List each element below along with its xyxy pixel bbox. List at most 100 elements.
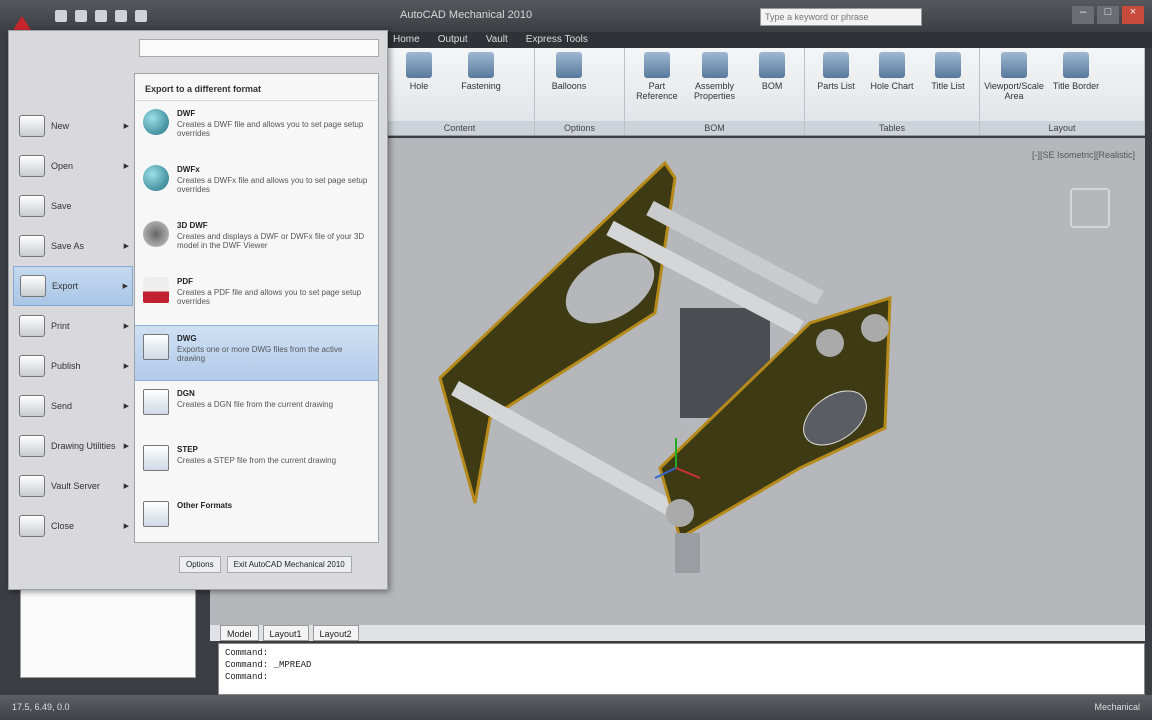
- parts-list-button[interactable]: Parts List: [811, 52, 861, 131]
- menu-search-input[interactable]: [139, 39, 379, 57]
- tab-output[interactable]: Output: [438, 32, 468, 48]
- layout-tabs: Model Layout1 Layout2: [210, 625, 1145, 641]
- bom-button[interactable]: BOM: [746, 52, 798, 131]
- save-as-icon: [19, 235, 45, 257]
- nut: [861, 314, 889, 342]
- export-submenu: Export to a different format DWF Creates …: [134, 73, 379, 543]
- coordinates: 17.5, 6.49, 0.0: [12, 702, 70, 712]
- publish-icon: [19, 355, 45, 377]
- export-icon: [20, 275, 46, 297]
- export-dgn[interactable]: DGN Creates a DGN file from the current d…: [135, 381, 378, 437]
- new-icon: [19, 115, 45, 137]
- drawing-utilities-icon: [19, 435, 45, 457]
- tab-model[interactable]: Model: [220, 625, 259, 641]
- close-file-icon: [19, 515, 45, 537]
- tab-vault[interactable]: Vault: [486, 32, 508, 48]
- workspace-switch[interactable]: Mechanical: [1094, 702, 1140, 713]
- send-icon: [19, 395, 45, 417]
- close-button[interactable]: ×: [1122, 6, 1144, 24]
- exit-button[interactable]: Exit AutoCAD Mechanical 2010: [226, 556, 352, 573]
- open-icon[interactable]: [75, 10, 87, 22]
- preview-pane: [20, 588, 196, 678]
- save-icon: [19, 195, 45, 217]
- menu-item-send[interactable]: Send ▶: [13, 386, 133, 426]
- parts-list-icon: [823, 52, 849, 78]
- export-dwf[interactable]: DWF Creates a DWF file and allows you to …: [135, 101, 378, 157]
- quick-access-toolbar: [55, 10, 147, 22]
- nut: [666, 499, 694, 527]
- redo-icon[interactable]: [135, 10, 147, 22]
- command-line[interactable]: Command: Command: _MPREAD Command:: [218, 643, 1145, 695]
- part-reference-button[interactable]: Part Reference: [631, 52, 683, 131]
- hole-chart-icon: [879, 52, 905, 78]
- part-reference-icon: [643, 52, 670, 78]
- tab-layout1[interactable]: Layout1: [262, 625, 309, 641]
- nut: [816, 329, 844, 357]
- balloon-icon: [556, 52, 582, 78]
- tab-home[interactable]: Home: [393, 32, 420, 48]
- hole-button[interactable]: Hole: [391, 52, 447, 131]
- print-icon: [19, 315, 45, 337]
- export-dwfx[interactable]: DWFx Creates a DWFx file and allows you t…: [135, 157, 378, 213]
- panel-content: Hole Fastening Content: [385, 48, 535, 135]
- pdf-icon: [143, 277, 169, 303]
- menu-item-save-as[interactable]: Save As ▶: [13, 226, 133, 266]
- maximize-button[interactable]: □: [1097, 6, 1119, 24]
- hole-chart-button[interactable]: Hole Chart: [867, 52, 917, 131]
- dwf-globe-icon: [143, 109, 169, 135]
- menu-item-publish[interactable]: Publish ▶: [13, 346, 133, 386]
- dwfx-globe-icon: [143, 165, 169, 191]
- panel-bom: Part Reference Assembly Properties BOM B…: [625, 48, 805, 135]
- viewport-scale-button[interactable]: Viewport/Scale Area: [984, 52, 1044, 131]
- menu-item-drawing-utilities[interactable]: Drawing Utilities ▶: [13, 426, 133, 466]
- panel-layout: Viewport/Scale Area Title Border Layout: [980, 48, 1145, 135]
- menu-item-new[interactable]: New ▶: [13, 106, 133, 146]
- menu-item-save[interactable]: Save: [13, 186, 133, 226]
- ribbon-tabs: Home Output Vault Express Tools: [385, 32, 1152, 48]
- title-border-button[interactable]: Title Border: [1048, 52, 1104, 131]
- search-input[interactable]: Type a keyword or phrase: [760, 8, 922, 26]
- save-icon[interactable]: [95, 10, 107, 22]
- fastening-icon: [468, 52, 494, 78]
- step-icon: [143, 445, 169, 471]
- title-border-icon: [1063, 52, 1089, 78]
- rod: [646, 200, 824, 306]
- viewport-icon: [1001, 52, 1027, 78]
- menu-item-export[interactable]: Export ▶: [13, 266, 133, 306]
- export-step[interactable]: STEP Creates a STEP file from the current…: [135, 437, 378, 493]
- new-icon[interactable]: [55, 10, 67, 22]
- minimize-button[interactable]: –: [1072, 6, 1094, 24]
- undo-icon[interactable]: [115, 10, 127, 22]
- balloons-button[interactable]: Balloons: [541, 52, 597, 131]
- menu-item-print[interactable]: Print ▶: [13, 306, 133, 346]
- export-other-formats[interactable]: Other Formats: [135, 493, 378, 542]
- dgn-icon: [143, 389, 169, 415]
- assembly-properties-icon: [701, 52, 728, 78]
- leg: [675, 533, 700, 573]
- hole-icon: [406, 52, 432, 78]
- rod: [451, 381, 674, 515]
- tab-express-tools[interactable]: Express Tools: [526, 32, 588, 48]
- title-list-button[interactable]: Title List: [923, 52, 973, 131]
- menu-item-vault-server[interactable]: Vault Server ▶: [13, 466, 133, 506]
- status-bar: 17.5, 6.49, 0.0 Mechanical: [0, 695, 1152, 720]
- options-button[interactable]: Options: [179, 556, 221, 573]
- application-menu: New ▶ Open ▶ Save Save As ▶ Export ▶ Print ▶ …: [8, 30, 388, 590]
- open-icon: [19, 155, 45, 177]
- window-title: AutoCAD Mechanical 2010: [400, 9, 533, 21]
- ribbon: Hole Fastening Content Balloons Options …: [385, 48, 1145, 136]
- 3d-dwf-icon: [143, 221, 169, 247]
- other-formats-icon: [143, 501, 169, 527]
- assembly-properties-button[interactable]: Assembly Properties: [689, 52, 741, 131]
- export-3d-dwf[interactable]: 3D DWF Creates and displays a DWF or DWFx…: [135, 213, 378, 269]
- fastening-button[interactable]: Fastening: [453, 52, 509, 131]
- export-pdf[interactable]: PDF Creates a PDF file and allows you to …: [135, 269, 378, 325]
- title-bar: AutoCAD Mechanical 2010 Type a keyword o…: [0, 0, 1152, 38]
- tab-layout2[interactable]: Layout2: [312, 625, 359, 641]
- menu-item-close[interactable]: Close ▶: [13, 506, 133, 546]
- menu-item-open[interactable]: Open ▶: [13, 146, 133, 186]
- bom-icon: [759, 52, 786, 78]
- vault-icon: [19, 475, 45, 497]
- export-dwg[interactable]: DWG Exports one or more DWG files from th…: [135, 325, 378, 381]
- dwg-icon: [143, 334, 169, 360]
